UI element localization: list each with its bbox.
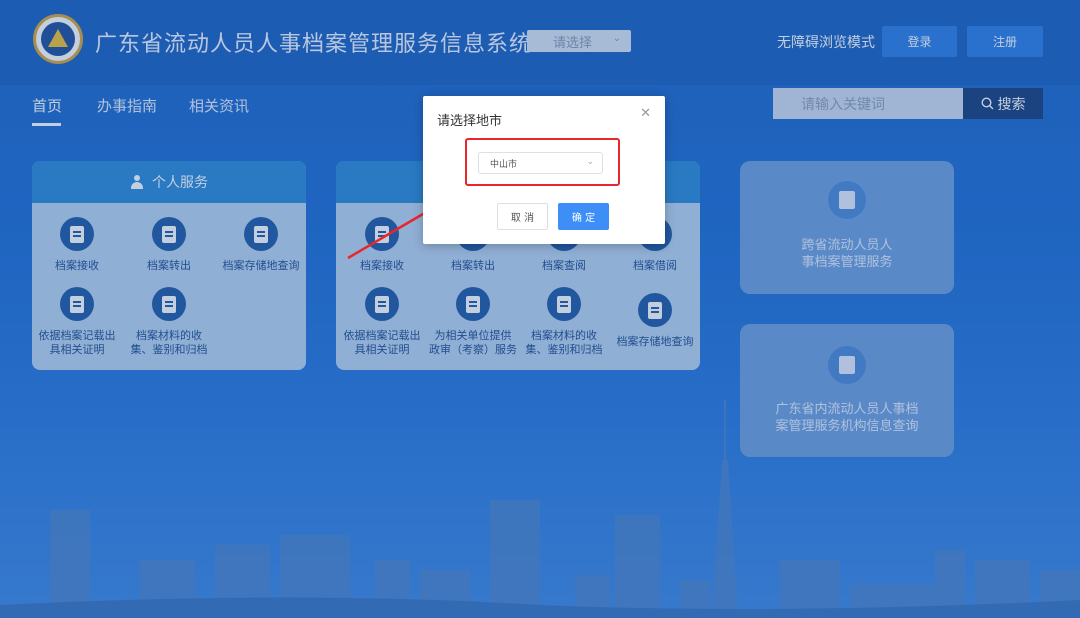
modal-overlay[interactable] [0, 0, 1080, 618]
city-select[interactable]: 中山市 ⌄ [478, 152, 603, 174]
close-icon[interactable]: ✕ [640, 106, 651, 121]
chevron-down-icon: ⌄ [586, 157, 594, 167]
confirm-button[interactable]: 确 定 [558, 203, 609, 230]
city-select-dialog: 请选择地市 ✕ 中山市 ⌄ 取 消 确 定 [423, 96, 665, 244]
dialog-title: 请选择地市 [437, 114, 503, 129]
city-select-value: 中山市 [490, 159, 518, 170]
cancel-button[interactable]: 取 消 [497, 203, 548, 230]
